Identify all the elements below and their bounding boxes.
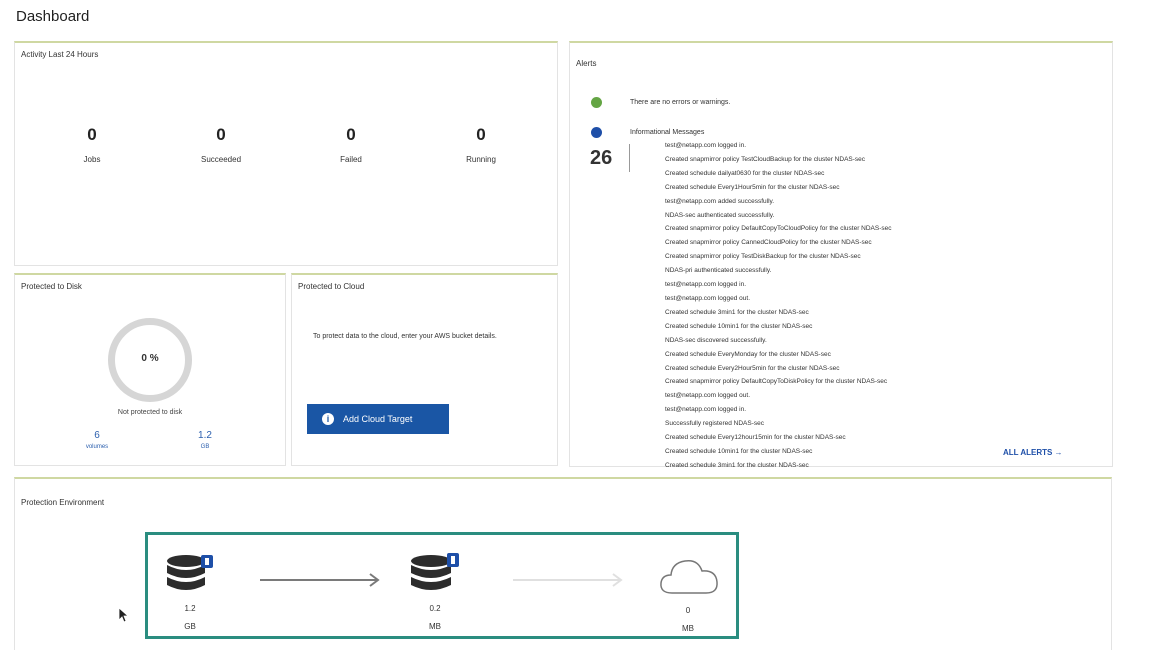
stat-running-value: 0 (476, 125, 486, 144)
stat-failed[interactable]: 0 Failed (291, 125, 411, 164)
list-item: test@netapp.com logged in. (665, 406, 747, 414)
list-item: Created schedule EveryMonday for the clu… (665, 350, 831, 358)
success-status-icon (591, 97, 602, 108)
protection-environment-card: Protection Environment 1.2 GB 0.2 MB 0 M… (14, 477, 1112, 650)
info-messages-title: Informational Messages (630, 129, 705, 136)
list-item: Created snapmirror policy DefaultCopyToC… (665, 225, 892, 233)
cloud-icon (660, 559, 718, 594)
stat-jobs-label: Jobs (83, 155, 101, 164)
cloud-message: To protect data to the cloud, enter your… (313, 333, 497, 340)
disk-size-unit: GB (200, 444, 210, 450)
list-item: Created schedule Every1Hour5min for the … (665, 183, 840, 191)
add-cloud-target-button[interactable]: i Add Cloud Target (307, 404, 449, 434)
disk-volumes-value: 6 (94, 430, 100, 441)
list-item: Created snapmirror policy TestCloudBacku… (665, 155, 866, 163)
disk-volumes-unit: volumes (85, 444, 109, 450)
list-item: NDAS-pri authenticated successfully. (665, 267, 772, 275)
environment-diagram: 1.2 GB 0.2 MB 0 MB (145, 532, 739, 639)
cloud-unit: MB (682, 624, 694, 633)
stat-jobs[interactable]: 0 Jobs (32, 125, 152, 164)
no-errors-text: There are no errors or warnings. (630, 99, 731, 106)
list-item: Created schedule Every2Hour5min for the … (665, 364, 840, 372)
list-item: test@netapp.com logged out. (665, 392, 751, 400)
secondary-storage-node[interactable]: 0.2 MB (405, 553, 465, 631)
primary-storage-unit: GB (184, 622, 196, 631)
environment-title: Protection Environment (21, 498, 105, 507)
list-item: Created schedule 3min1 for the cluster N… (665, 461, 809, 467)
list-item: Created snapmirror policy TestDiskBackup… (665, 253, 861, 261)
info-messages-count: 26 (590, 147, 613, 169)
list-item: Successfully registered NDAS-sec (665, 420, 764, 428)
arrow-right-icon (260, 573, 380, 587)
protected-disk-card: Protected to Disk 0 % Not protected to d… (14, 273, 286, 466)
list-item: Created schedule dailyat0630 for the clu… (665, 169, 825, 177)
info-icon: i (322, 413, 334, 425)
stat-succeeded-value: 0 (216, 125, 226, 144)
add-cloud-target-label: Add Cloud Target (343, 414, 413, 424)
stat-running[interactable]: 0 Running (421, 125, 541, 164)
stat-succeeded-label: Succeeded (200, 155, 242, 164)
stat-jobs-value: 0 (87, 125, 97, 144)
activity-card: Activity Last 24 Hours 0 Jobs 0 Succeede… (14, 41, 558, 266)
activity-title: Activity Last 24 Hours (21, 50, 99, 59)
list-item: Created schedule 10min1 for the cluster … (665, 322, 813, 330)
alerts-card: Alerts There are no errors or warnings. … (569, 41, 1113, 467)
list-item: Created snapmirror policy CannedCloudPol… (665, 239, 872, 247)
list-item: Created snapmirror policy DefaultCopyToD… (665, 378, 888, 386)
cloud-title: Protected to Cloud (298, 282, 365, 291)
list-item: NDAS-sec authenticated successfully. (665, 211, 775, 219)
secondary-storage-value: 0.2 (429, 604, 441, 613)
list-item: test@netapp.com logged in. (665, 142, 747, 149)
stat-failed-label: Failed (340, 155, 362, 164)
alerts-title: Alerts (576, 59, 597, 68)
disk-percent: 0 % (141, 353, 159, 364)
list-item: Created schedule 3min1 for the cluster N… (665, 308, 809, 316)
cloud-value: 0 (685, 606, 691, 615)
disk-donut-chart: 0 % (108, 318, 192, 402)
primary-storage-node[interactable]: 1.2 GB (160, 553, 220, 631)
mouse-cursor-icon (118, 607, 128, 623)
list-item: Created schedule Every12hour15min for th… (665, 434, 846, 442)
protected-cloud-card: Protected to Cloud To protect data to th… (291, 273, 558, 466)
primary-storage-value: 1.2 (184, 604, 196, 613)
secondary-storage-unit: MB (429, 622, 441, 631)
stat-succeeded[interactable]: 0 Succeeded (161, 125, 281, 164)
disk-size-link[interactable]: 1.2 GB (170, 430, 240, 450)
disk-volumes-link[interactable]: 6 volumes (62, 430, 132, 450)
info-divider (629, 144, 630, 172)
info-status-icon (591, 127, 602, 138)
stat-running-label: Running (466, 155, 496, 164)
all-alerts-link[interactable]: ALL ALERTS → (1003, 448, 1063, 457)
disk-size-value: 1.2 (198, 430, 212, 441)
cloud-node[interactable]: 0 MB (658, 553, 718, 633)
arrow-right-icon (513, 573, 623, 587)
disk-status: Not protected to disk (117, 409, 183, 416)
storage-primary-icon (167, 555, 213, 590)
info-messages-list[interactable]: test@netapp.com logged in. Created snapm… (665, 139, 1105, 467)
storage-secondary-icon (411, 553, 459, 590)
page-title: Dashboard (16, 8, 90, 25)
stat-failed-value: 0 (346, 125, 356, 144)
disk-title: Protected to Disk (21, 282, 82, 291)
list-item: test@netapp.com added successfully. (665, 197, 775, 205)
list-item: NDAS-sec discovered successfully. (665, 336, 767, 344)
list-item: test@netapp.com logged in. (665, 281, 747, 289)
list-item: test@netapp.com logged out. (665, 294, 751, 302)
